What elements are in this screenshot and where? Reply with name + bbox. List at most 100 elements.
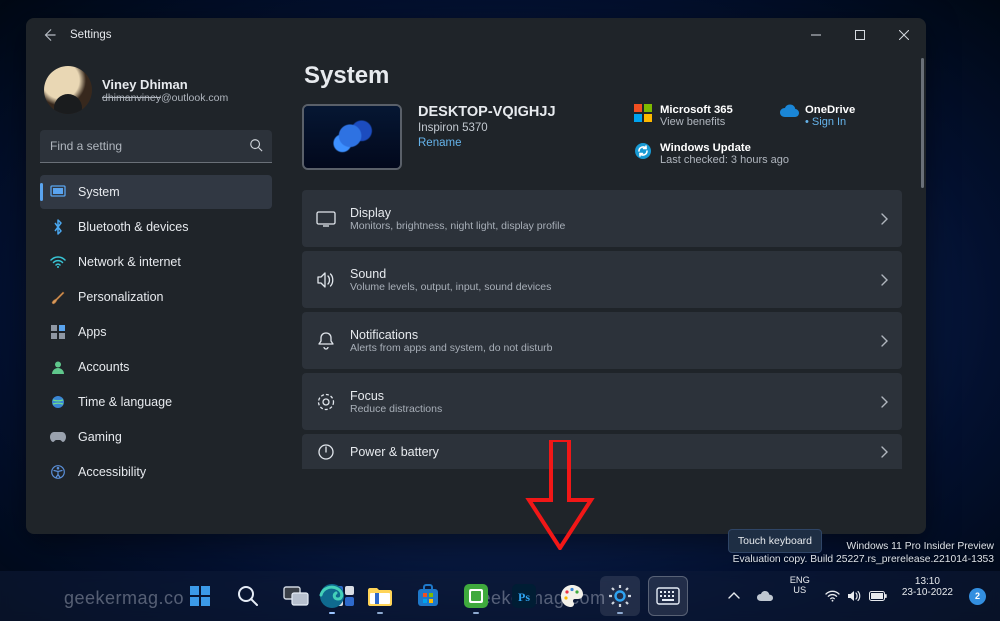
card-m365[interactable]: Microsoft 365View benefits: [634, 104, 759, 132]
display-icon: [316, 211, 336, 227]
chevron-right-icon: [880, 213, 888, 225]
search-icon: [249, 138, 263, 152]
sidebar-item-label: Gaming: [78, 430, 122, 444]
sidebar-item-label: Accounts: [78, 360, 129, 374]
app-settings[interactable]: [600, 576, 640, 616]
touch-keyboard-button[interactable]: [648, 576, 688, 616]
sidebar-item-label: Personalization: [78, 290, 163, 304]
notification-badge: 2: [969, 588, 986, 605]
row-sound[interactable]: SoundVolume levels, output, input, sound…: [302, 251, 902, 308]
content: System DESKTOP-VQIGHJJ Inspiron 5370 Ren…: [286, 52, 926, 534]
bell-icon: [316, 332, 336, 350]
page-title: System: [304, 62, 920, 90]
profile-card[interactable]: Viney Dhiman dhimanviney@outlook.com: [40, 60, 272, 128]
system-icon: [50, 184, 66, 200]
avatar: [44, 66, 92, 114]
row-power[interactable]: Power & battery: [302, 434, 902, 469]
tray-notifications[interactable]: 2: [965, 576, 990, 616]
sidebar-item-label: System: [78, 185, 120, 199]
start-button[interactable]: [180, 576, 220, 616]
back-button[interactable]: [34, 20, 64, 50]
sidebar-item-apps[interactable]: Apps: [40, 315, 272, 349]
focus-icon: [316, 393, 336, 411]
sidebar: Viney Dhiman dhimanviney@outlook.com: [26, 52, 286, 534]
info-row: DESKTOP-VQIGHJJ Inspiron 5370 Rename Mic…: [302, 104, 920, 170]
close-button[interactable]: [882, 19, 926, 51]
volume-icon: [847, 590, 862, 602]
app-store[interactable]: [408, 576, 448, 616]
task-view[interactable]: [276, 576, 316, 616]
tray-quick-settings[interactable]: [822, 576, 890, 616]
sidebar-item-label: Bluetooth & devices: [78, 220, 189, 234]
card-onedrive[interactable]: OneDrive• Sign In: [779, 104, 904, 132]
watermark-text: geekermag.co: [64, 588, 184, 609]
row-focus[interactable]: FocusReduce distractions: [302, 373, 902, 430]
apps-icon: [50, 324, 66, 340]
chevron-right-icon: [880, 396, 888, 408]
taskbar-search[interactable]: [228, 576, 268, 616]
taskbar: geekermag.co geekermag.com: [0, 571, 1000, 621]
device-model: Inspiron 5370: [418, 122, 618, 134]
app-camtasia[interactable]: [456, 576, 496, 616]
app-photoshop[interactable]: Ps: [504, 576, 544, 616]
svg-text:Ps: Ps: [518, 590, 530, 604]
cloud-icon: [779, 104, 797, 122]
power-icon: [316, 443, 336, 461]
minimize-button[interactable]: [794, 19, 838, 51]
search-wrap: [40, 130, 272, 163]
tray-overflow[interactable]: [724, 576, 744, 616]
profile-name: Viney Dhiman: [102, 77, 228, 92]
row-notifications[interactable]: NotificationsAlerts from apps and system…: [302, 312, 902, 369]
battery-icon: [869, 591, 887, 601]
sidebar-item-bluetooth[interactable]: Bluetooth & devices: [40, 210, 272, 244]
scrollbar[interactable]: [921, 58, 924, 188]
device-name: DESKTOP-VQIGHJJ: [418, 104, 618, 120]
window-title: Settings: [70, 29, 112, 41]
wifi-icon: [50, 254, 66, 270]
onedrive-signin-link[interactable]: • Sign In: [805, 116, 855, 128]
sound-icon: [316, 272, 336, 288]
bluetooth-icon: [50, 219, 66, 235]
tray-clock[interactable]: 13:1023-10-2022: [898, 576, 957, 616]
globe-icon: [50, 394, 66, 410]
accessibility-icon: [50, 464, 66, 480]
m365-icon: [634, 104, 652, 122]
wifi-icon: [825, 590, 840, 602]
desktop: Settings Viney Dhiman dhimanviney@outloo…: [0, 0, 1000, 621]
system-tray: ENGUS 13:1023-10-2022 2: [724, 576, 1000, 616]
brush-icon: [50, 289, 66, 305]
tray-onedrive[interactable]: [752, 576, 778, 616]
nav: System Bluetooth & devices Network & int…: [40, 175, 272, 489]
card-windows-update[interactable]: Windows UpdateLast checked: 3 hours ago: [634, 142, 904, 170]
build-watermark: Windows 11 Pro Insider Preview Evaluatio…: [733, 541, 994, 567]
app-paint[interactable]: [552, 576, 592, 616]
chevron-right-icon: [880, 274, 888, 286]
sidebar-item-system[interactable]: System: [40, 175, 272, 209]
sidebar-item-network[interactable]: Network & internet: [40, 245, 272, 279]
update-icon: [634, 142, 652, 160]
gamepad-icon: [50, 429, 66, 445]
app-explorer[interactable]: [360, 576, 400, 616]
sidebar-item-accessibility[interactable]: Accessibility: [40, 455, 272, 489]
maximize-button[interactable]: [838, 19, 882, 51]
sidebar-item-time[interactable]: Time & language: [40, 385, 272, 419]
app-edge[interactable]: [312, 576, 352, 616]
person-icon: [50, 359, 66, 375]
tray-language[interactable]: ENGUS: [786, 576, 814, 616]
sidebar-item-personalization[interactable]: Personalization: [40, 280, 272, 314]
sidebar-item-gaming[interactable]: Gaming: [40, 420, 272, 454]
sidebar-item-label: Accessibility: [78, 465, 146, 479]
row-display[interactable]: DisplayMonitors, brightness, night light…: [302, 190, 902, 247]
settings-rows: DisplayMonitors, brightness, night light…: [302, 190, 920, 469]
device-preview[interactable]: [302, 104, 402, 170]
search-input[interactable]: [40, 130, 272, 162]
settings-window: Settings Viney Dhiman dhimanviney@outloo…: [26, 18, 926, 534]
profile-email: dhimanviney@outlook.com: [102, 92, 228, 104]
sidebar-item-accounts[interactable]: Accounts: [40, 350, 272, 384]
titlebar: Settings: [26, 18, 926, 52]
sidebar-item-label: Network & internet: [78, 255, 181, 269]
chevron-right-icon: [880, 446, 888, 458]
rename-link[interactable]: Rename: [418, 137, 618, 149]
sidebar-item-label: Time & language: [78, 395, 172, 409]
chevron-right-icon: [880, 335, 888, 347]
